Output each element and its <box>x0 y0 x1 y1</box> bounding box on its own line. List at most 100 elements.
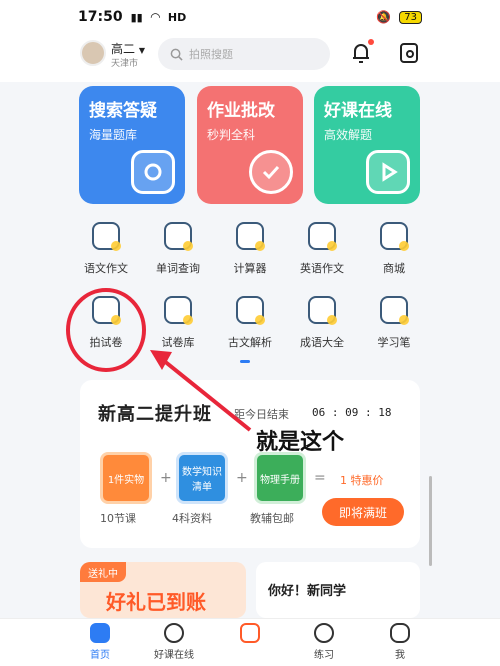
card-title: 搜索答疑 <box>89 101 157 121</box>
status-bar: 17:50 ▮▮ ◠ HD 🔕 73 <box>0 0 500 34</box>
welcome-card[interactable]: 你好！新同学 <box>256 562 420 618</box>
home-icon <box>90 623 110 643</box>
letter-a-book-icon <box>308 222 337 251</box>
promo-item-label: 4科资料 <box>172 512 212 525</box>
pen-circle-icon <box>314 623 334 643</box>
card-subtitle: 海量题库 <box>89 128 138 142</box>
special-price: 1 特惠价 <box>340 474 384 487</box>
nav-online-course[interactable]: 好课在线 <box>144 623 204 661</box>
avatar[interactable] <box>80 40 106 66</box>
nav-label: 首页 <box>90 650 110 661</box>
card-title: 好课在线 <box>324 101 392 121</box>
tool-label: 计算器 <box>233 262 267 275</box>
tool-shop[interactable]: 商城 <box>358 222 430 276</box>
promo-card[interactable]: 新高二提升班 距今日结束 06 : 09 : 18 1件实物 + 数学知识清单 … <box>80 380 420 548</box>
tool-classical-analysis[interactable]: 古文解析 <box>214 296 286 350</box>
center-icon <box>240 623 260 643</box>
play-icon <box>366 150 410 194</box>
tool-chinese-essay[interactable]: 语文作文 <box>70 222 142 276</box>
scrollbar[interactable] <box>429 476 432 566</box>
plus-sign: + <box>236 470 248 486</box>
card-subtitle: 秒判全科 <box>207 128 256 142</box>
search-input[interactable]: 拍照搜题 <box>158 38 330 70</box>
plus-sign: + <box>160 470 172 486</box>
nav-label: 好课在线 <box>154 650 194 661</box>
tool-label: 英语作文 <box>300 262 344 275</box>
bottom-nav: 首页 好课在线 练习 我 <box>0 618 500 666</box>
tool-label: 古文解析 <box>228 336 272 349</box>
promo-item-box: 1件实物 <box>100 452 152 504</box>
notification-dot <box>368 39 374 45</box>
card-subtitle: 高效解题 <box>324 128 373 142</box>
scan-icon <box>400 43 418 63</box>
wifi-icon: ◠ <box>150 10 160 24</box>
nav-label: 我 <box>395 650 405 661</box>
status-time: 17:50 <box>78 9 123 25</box>
notification-button[interactable] <box>350 39 374 65</box>
page-indicator <box>240 360 250 363</box>
tool-label: 拍试卷 <box>89 336 123 349</box>
gift-card[interactable]: 送礼中 好礼已到账 <box>80 562 246 618</box>
tool-english-essay[interactable]: 英语作文 <box>286 222 358 276</box>
signal-icon: ▮▮ <box>130 10 143 24</box>
check-icon <box>249 150 293 194</box>
gift-title: 好礼已到账 <box>106 590 206 614</box>
battery-level: 73 <box>399 10 422 24</box>
tool-study-pen[interactable]: 学习笔 <box>358 296 430 350</box>
tool-word-lookup[interactable]: 单词查询 <box>142 222 214 276</box>
network-label: HD <box>167 10 187 24</box>
grade-selector[interactable]: 高二 ▼ <box>111 40 145 57</box>
nav-label: 练习 <box>314 650 334 661</box>
enroll-button[interactable]: 即将满班 <box>322 498 404 526</box>
tool-label: 语文作文 <box>84 262 128 275</box>
tool-scan-paper[interactable]: 拍试卷 <box>70 296 142 350</box>
search-placeholder: 拍照搜题 <box>189 48 233 61</box>
paper-scan-icon <box>92 296 121 325</box>
card-homework-check[interactable]: 作业批改 秒判全科 <box>197 86 303 204</box>
promo-title: 新高二提升班 <box>98 404 212 425</box>
equals-sign: = <box>314 470 326 486</box>
card-search-qa[interactable]: 搜索答疑 海量题库 <box>79 86 185 204</box>
gift-tag: 送礼中 <box>80 562 126 582</box>
card-online-course[interactable]: 好课在线 高效解题 <box>314 86 420 204</box>
countdown-label: 距今日结束 <box>234 408 289 421</box>
classic-book-icon <box>236 296 265 325</box>
nav-me[interactable]: 我 <box>370 623 430 661</box>
tool-idioms[interactable]: 成语大全 <box>286 296 358 350</box>
annotation-text: 就是这个 <box>256 430 345 455</box>
play-circle-icon <box>164 623 184 643</box>
book-icon <box>92 222 121 251</box>
card-title: 作业批改 <box>207 101 275 121</box>
promo-item-box: 数学知识清单 <box>176 452 228 504</box>
grade-label: 高二 <box>111 42 136 56</box>
nav-practice[interactable]: 练习 <box>294 623 354 661</box>
paper-icon <box>164 296 193 325</box>
tool-label: 学习笔 <box>377 336 411 349</box>
promo-item-label: 10节课 <box>100 512 136 525</box>
mute-icon: 🔕 <box>376 10 392 24</box>
nav-center[interactable] <box>220 623 280 646</box>
promo-item-label: 教辅包邮 <box>250 512 294 525</box>
tool-label: 单词查询 <box>156 262 200 275</box>
tool-calculator[interactable]: 计算器 <box>214 222 286 276</box>
calculator-icon <box>236 222 265 251</box>
welcome-title: 你好！新同学 <box>268 584 347 599</box>
letter-a-icon <box>164 222 193 251</box>
tool-paper-library[interactable]: 试卷库 <box>142 296 214 350</box>
idiom-book-icon <box>308 296 337 325</box>
tool-label: 商城 <box>383 262 405 275</box>
nav-home[interactable]: 首页 <box>70 623 130 661</box>
top-header: 高二 ▼ 天津市 拍照搜题 <box>0 34 500 82</box>
scan-button[interactable] <box>398 41 420 65</box>
annotation-arrow-head <box>150 350 172 370</box>
face-icon <box>390 623 410 643</box>
city-label: 天津市 <box>111 59 139 69</box>
search-icon <box>170 48 183 61</box>
camera-icon <box>131 150 175 194</box>
pen-icon <box>380 296 409 325</box>
shop-icon <box>380 222 409 251</box>
tool-label: 试卷库 <box>161 336 195 349</box>
promo-item-box: 物理手册 <box>254 452 306 504</box>
chevron-down-icon: ▼ <box>138 46 145 55</box>
tool-label: 成语大全 <box>300 336 344 349</box>
